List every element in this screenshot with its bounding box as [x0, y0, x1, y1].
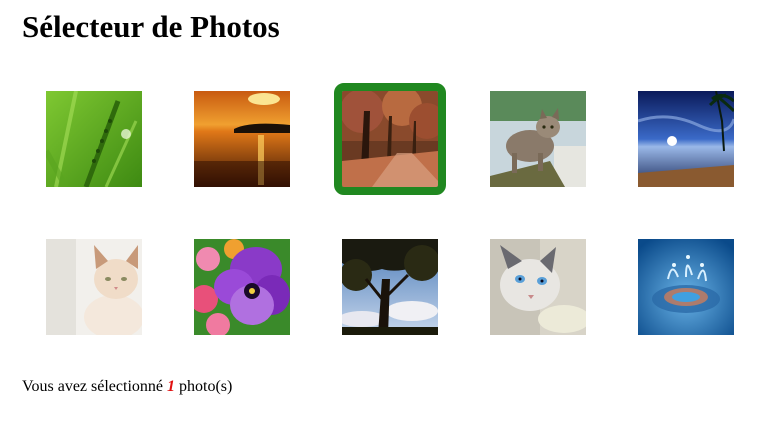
photo-thumbnail-5[interactable] [638, 91, 734, 187]
photo-thumbnail-10[interactable] [638, 239, 734, 335]
photo-sunset-lake-icon [194, 91, 290, 187]
photo-autumn-trees-icon [342, 91, 438, 187]
photo-siamese-kitten-icon [46, 239, 142, 335]
photo-thumbnail-8[interactable] [342, 239, 438, 335]
photo-thumbnail-6[interactable] [46, 239, 142, 335]
selection-status: Vous avez sélectionné 1 photo(s) [22, 377, 232, 397]
photo-thumbnail-1[interactable] [46, 91, 142, 187]
photo-night-beach-icon [638, 91, 734, 187]
photo-thumbnail-3[interactable] [334, 83, 446, 195]
photo-thumbnail-2[interactable] [194, 91, 290, 187]
photo-grass-icon [46, 91, 142, 187]
photo-cat-blue-eyes-icon [490, 239, 586, 335]
photo-pansy-flower-icon [194, 239, 290, 335]
selected-count: 1 [167, 378, 175, 395]
photo-grid [0, 0, 764, 360]
status-prefix: Vous avez sélectionné [22, 378, 167, 395]
photo-cat-walking-icon [490, 91, 586, 187]
photo-water-drop-icon [638, 239, 734, 335]
status-suffix: photo(s) [175, 378, 233, 395]
photo-thumbnail-9[interactable] [490, 239, 586, 335]
photo-thumbnail-7[interactable] [194, 239, 290, 335]
photo-tree-sky-icon [342, 239, 438, 335]
photo-selector-page: Sélecteur de Photos Vous avez sélectionn… [0, 0, 764, 422]
photo-thumbnail-4[interactable] [490, 91, 586, 187]
